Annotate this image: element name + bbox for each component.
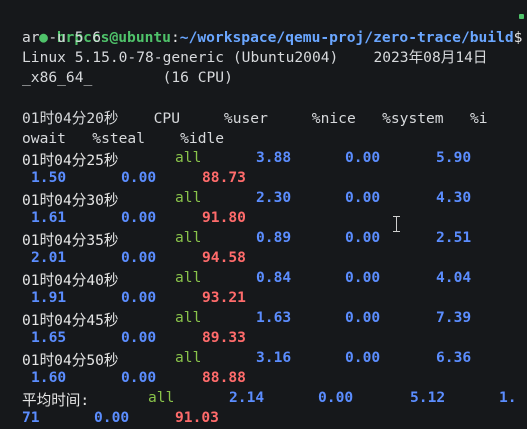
terminal-window[interactable]: ● hrpccs@ubuntu:~/workspace/qemu-proj/ze… bbox=[0, 0, 527, 429]
average-user: 2.14 bbox=[229, 389, 265, 406]
command-text-part1: s bbox=[522, 29, 527, 46]
sysinfo-kernel-line: Linux 5.15.0-78-generic (Ubuntu2004) 202… bbox=[22, 49, 488, 66]
average-nice: 0.00 bbox=[318, 389, 354, 406]
overflow-indicator-icon bbox=[519, 14, 524, 19]
cell-iowait: 1.50 bbox=[31, 169, 67, 186]
cell-cpu: all bbox=[175, 229, 202, 246]
cell-idle: 91.80 bbox=[202, 209, 246, 226]
cell-steal: 0.00 bbox=[121, 369, 157, 386]
cell-nice: 0.00 bbox=[345, 349, 381, 366]
table-header-line1: 01时04分20秒 CPU %user %nice %system %i bbox=[22, 110, 488, 127]
average-label: 平均时间: bbox=[22, 392, 90, 409]
text-cursor-icon bbox=[392, 216, 401, 232]
cell-system: 4.30 bbox=[436, 189, 472, 206]
average-iowait-tail: 71 bbox=[22, 409, 40, 426]
cell-nice: 0.00 bbox=[345, 269, 381, 286]
average-iowait-head: 1. bbox=[499, 389, 517, 406]
cell-steal: 0.00 bbox=[121, 169, 157, 186]
cell-iowait: 1.91 bbox=[31, 289, 67, 306]
cell-system: 7.39 bbox=[436, 309, 472, 326]
cell-idle: 93.21 bbox=[202, 289, 246, 306]
cell-cpu: all bbox=[175, 189, 202, 206]
cell-user: 1.63 bbox=[256, 309, 292, 326]
cell-nice: 0.00 bbox=[345, 229, 381, 246]
cell-time: 01时04分50秒 bbox=[22, 352, 119, 369]
cell-user: 3.16 bbox=[256, 349, 292, 366]
cell-cpu: all bbox=[175, 269, 202, 286]
cell-idle: 88.73 bbox=[202, 169, 246, 186]
table-header-line2: owait %steal %idle bbox=[22, 130, 225, 147]
prompt-separator: : bbox=[170, 29, 180, 46]
cell-steal: 0.00 bbox=[121, 329, 157, 346]
cell-steal: 0.00 bbox=[121, 249, 157, 266]
average-idle: 91.03 bbox=[175, 409, 219, 426]
cell-system: 2.51 bbox=[436, 229, 472, 246]
cell-iowait: 1.60 bbox=[31, 369, 67, 386]
average-steal: 0.00 bbox=[94, 409, 130, 426]
cell-cpu: all bbox=[175, 349, 202, 366]
cell-cpu: all bbox=[175, 149, 202, 166]
cell-idle: 88.88 bbox=[202, 369, 246, 386]
cell-time: 01时04分35秒 bbox=[22, 232, 119, 249]
cell-time: 01时04分30秒 bbox=[22, 192, 119, 209]
cell-nice: 0.00 bbox=[345, 189, 381, 206]
cell-iowait: 2.01 bbox=[31, 249, 67, 266]
prompt-line: ● hrpccs@ubuntu:~/workspace/qemu-proj/ze… bbox=[4, 8, 527, 46]
command-line: ar -u 5 6 bbox=[22, 29, 102, 46]
cell-idle: 94.58 bbox=[202, 249, 246, 266]
sysinfo-arch-line: _x86_64_ (16 CPU) bbox=[22, 69, 233, 86]
cell-iowait: 1.61 bbox=[31, 209, 67, 226]
cell-user: 0.84 bbox=[256, 269, 292, 286]
cell-steal: 0.00 bbox=[121, 209, 157, 226]
average-cpu: all bbox=[148, 389, 175, 406]
prompt-path: ~/workspace/qemu-proj/zero-trace/build bbox=[179, 29, 514, 46]
cell-nice: 0.00 bbox=[345, 309, 381, 326]
cell-time: 01时04分25秒 bbox=[22, 152, 119, 169]
cell-user: 3.88 bbox=[256, 149, 292, 166]
cell-time: 01时04分45秒 bbox=[22, 312, 119, 329]
cell-nice: 0.00 bbox=[345, 149, 381, 166]
cell-user: 2.30 bbox=[256, 189, 292, 206]
cell-cpu: all bbox=[175, 309, 202, 326]
cell-time: 01时04分40秒 bbox=[22, 272, 119, 289]
cell-idle: 89.33 bbox=[202, 329, 246, 346]
cell-iowait: 1.65 bbox=[31, 329, 67, 346]
cell-system: 5.90 bbox=[436, 149, 472, 166]
cell-system: 4.04 bbox=[436, 269, 472, 286]
cell-steal: 0.00 bbox=[121, 289, 157, 306]
cell-system: 6.36 bbox=[436, 349, 472, 366]
average-system: 5.12 bbox=[410, 389, 446, 406]
cell-user: 0.89 bbox=[256, 229, 292, 246]
